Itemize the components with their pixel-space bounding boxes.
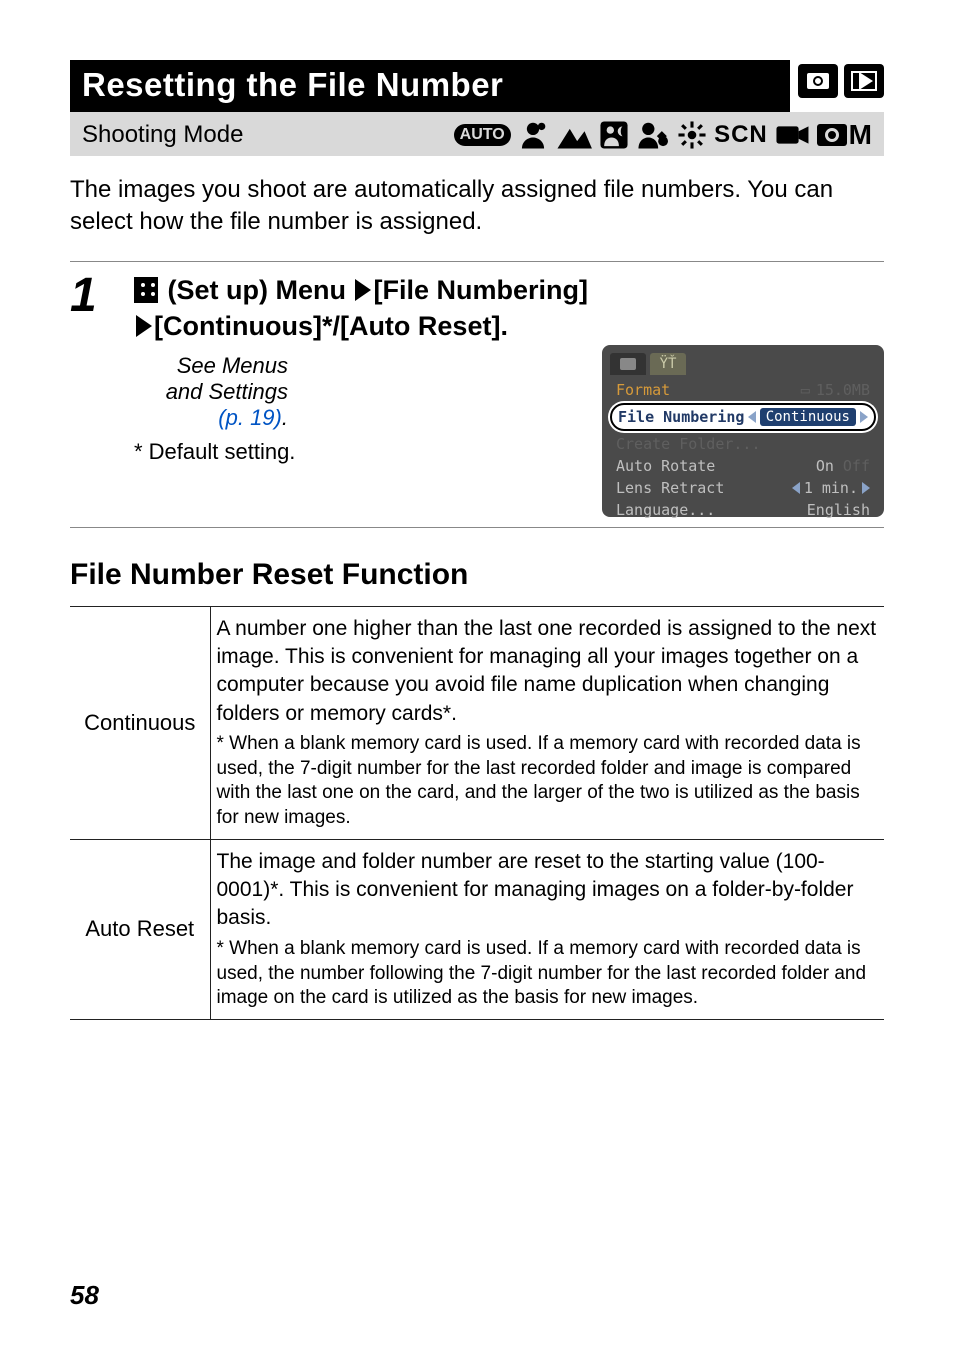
shooting-mode-label: Shooting Mode xyxy=(82,121,243,149)
setup-menu-label: (Set up) Menu xyxy=(160,275,353,305)
lcd-row-create-folder: Create Folder... xyxy=(610,433,876,455)
context-mode-icons xyxy=(798,60,884,98)
lcd-tab-shoot-icon xyxy=(610,353,646,375)
setup-menu-icon xyxy=(134,277,158,303)
table-row: Continuous A number one higher than the … xyxy=(70,606,884,839)
night-snapshot-mode-icon xyxy=(598,119,630,151)
lcd-row-format: Format ▭15.0MB xyxy=(610,379,876,401)
auto-reset-label: Auto Reset xyxy=(70,839,210,1019)
portrait-mode-icon xyxy=(517,119,549,151)
page-reference-link[interactable]: (p. 19) xyxy=(218,405,282,430)
see-menus-reference: See Menus and Settings (p. 19). xyxy=(134,353,588,431)
shooting-mode-icons: AUTO SCN M xyxy=(253,119,872,151)
movie-mode-icon xyxy=(774,119,811,151)
table-row: Auto Reset The image and folder number a… xyxy=(70,839,884,1019)
lcd-row-file-numbering: File Numbering Continuous xyxy=(610,403,876,431)
step-number: 1 xyxy=(70,272,120,517)
navigate-right-icon xyxy=(355,279,371,301)
lcd-row-auto-rotate: Auto Rotate On Off xyxy=(610,455,876,477)
navigate-right-icon xyxy=(136,315,152,337)
auto-mode-icon: AUTO xyxy=(454,124,511,146)
lcd-left-arrow-icon xyxy=(748,411,756,423)
page-title: Resetting the File Number xyxy=(70,60,790,112)
shooting-mode-row: Shooting Mode AUTO SCN M xyxy=(70,112,884,156)
camera-mode-icon xyxy=(798,64,838,98)
auto-reset-description: The image and folder number are reset to… xyxy=(210,839,884,1019)
page-number: 58 xyxy=(70,1280,99,1311)
continuous-auto-label: [Continuous]*/[Auto Reset]. xyxy=(154,311,508,341)
intro-text: The images you shoot are automatically a… xyxy=(70,174,884,239)
lcd-tab-setup-icon: ŸŤ xyxy=(650,353,686,375)
lcd-row-language: Language... English xyxy=(610,499,876,521)
continuous-description: A number one higher than the last one re… xyxy=(210,606,884,839)
landscape-mode-icon xyxy=(555,119,592,151)
scn-mode-icon: SCN xyxy=(714,121,768,149)
step-1: 1 (Set up) Menu [File Numbering] [Contin… xyxy=(70,261,884,528)
lcd-row-lens-retract: Lens Retract 1 min. xyxy=(610,477,876,499)
lcd-left-arrow-icon xyxy=(792,482,800,494)
playback-mode-icon xyxy=(844,64,884,98)
indoor-mode-icon xyxy=(676,119,708,151)
lcd-right-arrow-icon xyxy=(862,482,870,494)
lcd-screenshot: ŸŤ Format ▭15.0MB File Numbering Continu… xyxy=(602,345,884,517)
file-numbering-label: [File Numbering] xyxy=(373,275,588,305)
step-heading: (Set up) Menu [File Numbering] [Continuo… xyxy=(134,272,884,345)
continuous-label: Continuous xyxy=(70,606,210,839)
kids-pets-mode-icon xyxy=(636,119,670,151)
manual-mode-icon: M xyxy=(817,119,872,151)
lcd-right-arrow-icon xyxy=(860,411,868,423)
default-setting-note: * Default setting. xyxy=(134,439,588,465)
file-number-reset-table: Continuous A number one higher than the … xyxy=(70,606,884,1020)
section-heading: File Number Reset Function xyxy=(70,558,884,592)
